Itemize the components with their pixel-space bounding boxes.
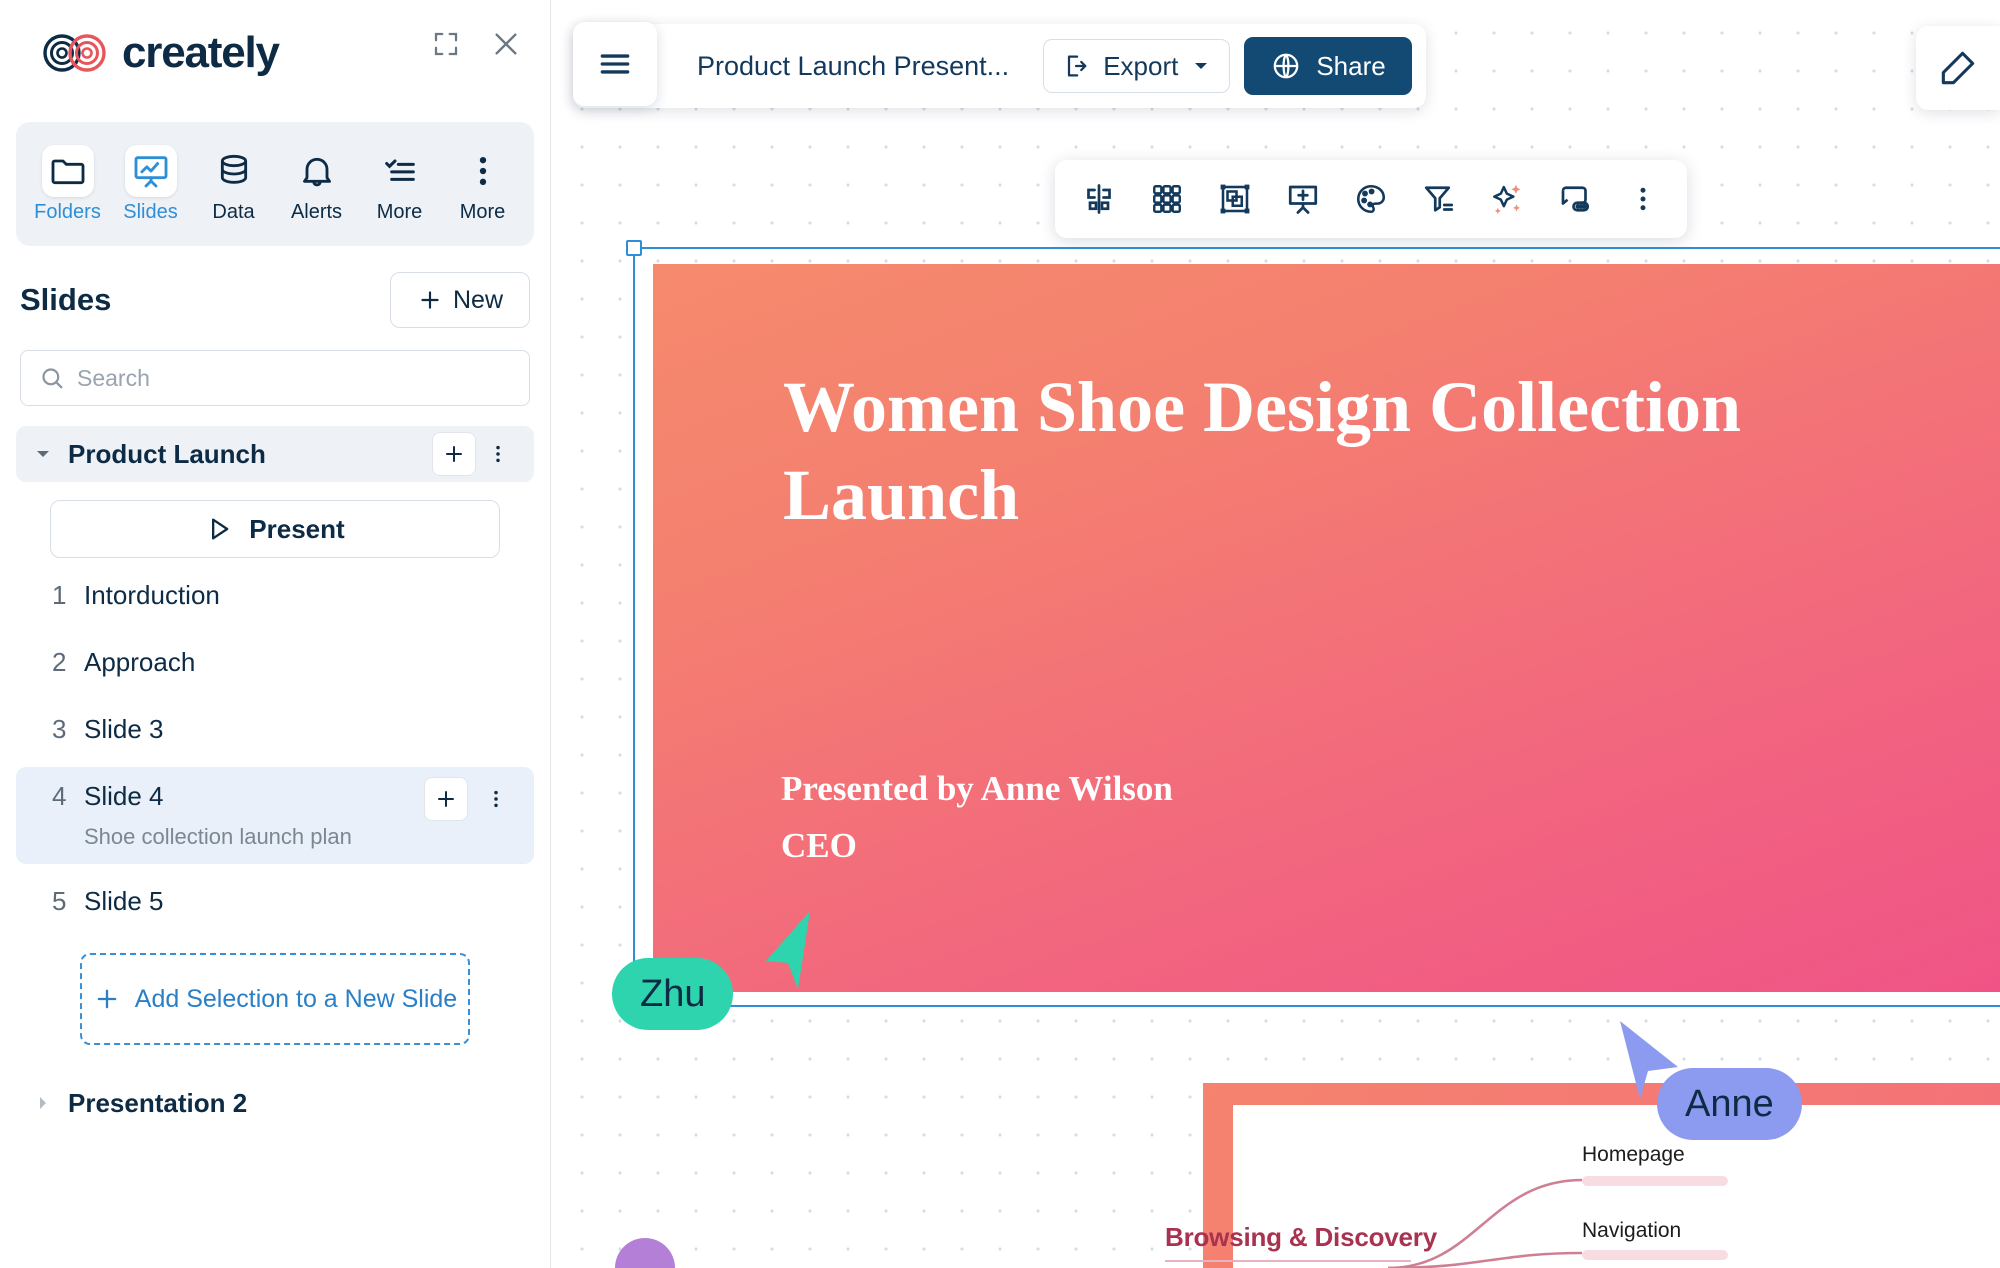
present-button-label: Present: [249, 513, 345, 544]
slide-title-label: Slide 4: [84, 781, 164, 811]
slide-more-icon[interactable]: [474, 777, 518, 821]
slide-heading: Women Shoe Design Collection Launch: [783, 367, 1742, 535]
sidebar-tool-label: Alerts: [290, 200, 343, 223]
left-sidebar: creately Folders Slides Data Alerts More…: [0, 0, 551, 1268]
palette-icon[interactable]: [1337, 168, 1405, 230]
grid-apps-icon[interactable]: [1133, 168, 1201, 230]
hamburger-menu-icon[interactable]: [573, 22, 657, 106]
document-toolbar: Product Launch Present... Export Share: [573, 24, 1426, 108]
slide-presented-by: Presented by Anne Wilson: [781, 769, 1173, 808]
slide-role: CEO: [781, 826, 857, 865]
search-icon: [38, 364, 66, 397]
present-button[interactable]: Present: [50, 500, 500, 558]
sidebar-tool-label: Slides: [123, 200, 178, 223]
sidebar-tool-more-list[interactable]: More: [361, 137, 439, 232]
sidebar-tool-label: More: [459, 200, 506, 223]
slides-panel-header: Slides New: [0, 246, 550, 328]
filter-icon[interactable]: [1405, 168, 1473, 230]
slide-subtitle-label: Shoe collection launch plan: [84, 824, 352, 849]
add-slide-to-group-button[interactable]: [432, 432, 476, 476]
group-more-icon[interactable]: [476, 432, 520, 476]
collaborator-name: Anne: [1685, 1082, 1774, 1125]
bell-icon: [291, 145, 343, 197]
expand-icon[interactable]: [424, 22, 468, 66]
shape-context-toolbar: [1055, 160, 1687, 238]
presentation-chart-icon: [124, 144, 177, 197]
page-title: Slides: [20, 282, 112, 317]
search-input[interactable]: [20, 350, 530, 406]
slide-list-item-1[interactable]: 1 Intorduction: [16, 566, 534, 625]
slide-number: 2: [52, 647, 67, 677]
chevron-right-icon[interactable]: [30, 1093, 56, 1113]
add-selection-to-new-slide-button[interactable]: Add Selection to a New Slide: [80, 953, 470, 1045]
slide-group-label: Presentation 2: [68, 1087, 248, 1118]
selected-slide-frame[interactable]: Women Shoe Design Collection Launch Pres…: [626, 240, 2000, 1014]
sidebar-header: creately: [0, 0, 550, 110]
database-icon: [208, 145, 260, 197]
folder-icon: [41, 144, 94, 197]
creately-app-window: creately Folders Slides Data Alerts More…: [0, 0, 2000, 1268]
chevron-down-icon[interactable]: [30, 444, 56, 464]
slide-number: 1: [52, 580, 67, 610]
slide-list-item-4[interactable]: 4 Slide 4 Shoe collection launch plan: [16, 767, 534, 864]
slide-list-item-3[interactable]: 3 Slide 3: [16, 700, 534, 759]
export-button[interactable]: Export: [1043, 39, 1231, 93]
new-slide-button[interactable]: New: [389, 272, 530, 328]
slide-title-label: Approach: [84, 647, 196, 677]
sidebar-tool-label: Data: [212, 200, 255, 223]
more-dots-icon[interactable]: [1609, 168, 1677, 230]
slide-list-item-5[interactable]: 5 Slide 5: [16, 872, 534, 931]
slide-number: 4: [52, 781, 67, 811]
search-container: [20, 350, 530, 406]
sidebar-tool-row: Folders Slides Data Alerts More More: [16, 122, 534, 246]
sidebar-tool-folders[interactable]: Folders: [29, 137, 107, 232]
share-button[interactable]: Share: [1244, 37, 1412, 95]
close-icon[interactable]: [484, 22, 528, 66]
mindmap-connector-lines: [1387, 1178, 1583, 1268]
slide-number: 5: [52, 886, 67, 916]
align-icon[interactable]: [1065, 168, 1133, 230]
add-to-slide-icon[interactable]: [1269, 168, 1337, 230]
slide-title-label: Slide 5: [84, 886, 164, 916]
comment-icon[interactable]: [1541, 168, 1609, 230]
cursor-pointer-zhu: [766, 911, 810, 989]
slide-group-label: Product Launch: [68, 438, 266, 469]
creately-logo-text: creately: [122, 28, 280, 77]
chevron-down-icon: [1195, 63, 1208, 69]
slide-title-label: Intorduction: [84, 580, 220, 610]
ai-sparkle-icon[interactable]: [1473, 168, 1541, 230]
sidebar-window-controls: [424, 22, 528, 66]
slide-group-product-launch[interactable]: Product Launch: [16, 426, 534, 482]
share-button-label: Share: [1316, 50, 1386, 81]
group-shapes-icon[interactable]: [1201, 168, 1269, 230]
sidebar-tool-data[interactable]: Data: [195, 137, 273, 232]
sidebar-tool-label: Folders: [34, 200, 101, 223]
add-slide-button[interactable]: [424, 777, 468, 821]
collaborator-tag-zhu: Zhu: [612, 958, 734, 1030]
dots-vertical-icon: [457, 145, 509, 197]
sidebar-tool-alerts[interactable]: Alerts: [278, 137, 356, 232]
export-button-label: Export: [1103, 50, 1179, 81]
creately-logo[interactable]: creately: [40, 28, 280, 78]
sidebar-tool-label: More: [376, 200, 423, 223]
collaborator-tag-anne: Anne: [1657, 1068, 1802, 1140]
sidebar-tool-more-menu[interactable]: More: [444, 137, 522, 232]
document-title[interactable]: Product Launch Present...: [683, 51, 1043, 82]
slide-number: 3: [52, 714, 67, 744]
slide-title-label: Slide 3: [84, 714, 164, 744]
slide-group-presentation-2[interactable]: Presentation 2: [16, 1075, 534, 1131]
slide-background: Women Shoe Design Collection Launch Pres…: [653, 264, 2000, 992]
checklist-icon: [374, 145, 426, 197]
slide-list-item-2[interactable]: 2 Approach: [16, 633, 534, 692]
pencil-square-icon[interactable]: [1916, 26, 2000, 110]
globe-icon: [1274, 53, 1299, 79]
new-slide-button-label: New: [452, 285, 503, 314]
add-selection-label: Add Selection to a New Slide: [134, 984, 458, 1013]
collaborator-name: Zhu: [640, 972, 706, 1015]
sidebar-tool-slides[interactable]: Slides: [112, 137, 190, 232]
creately-logo-mark: [40, 32, 112, 74]
slide-item-actions: [424, 777, 518, 821]
browsing-discovery-underline: [1165, 1260, 1411, 1262]
resize-handle-top-left[interactable]: [626, 240, 642, 256]
